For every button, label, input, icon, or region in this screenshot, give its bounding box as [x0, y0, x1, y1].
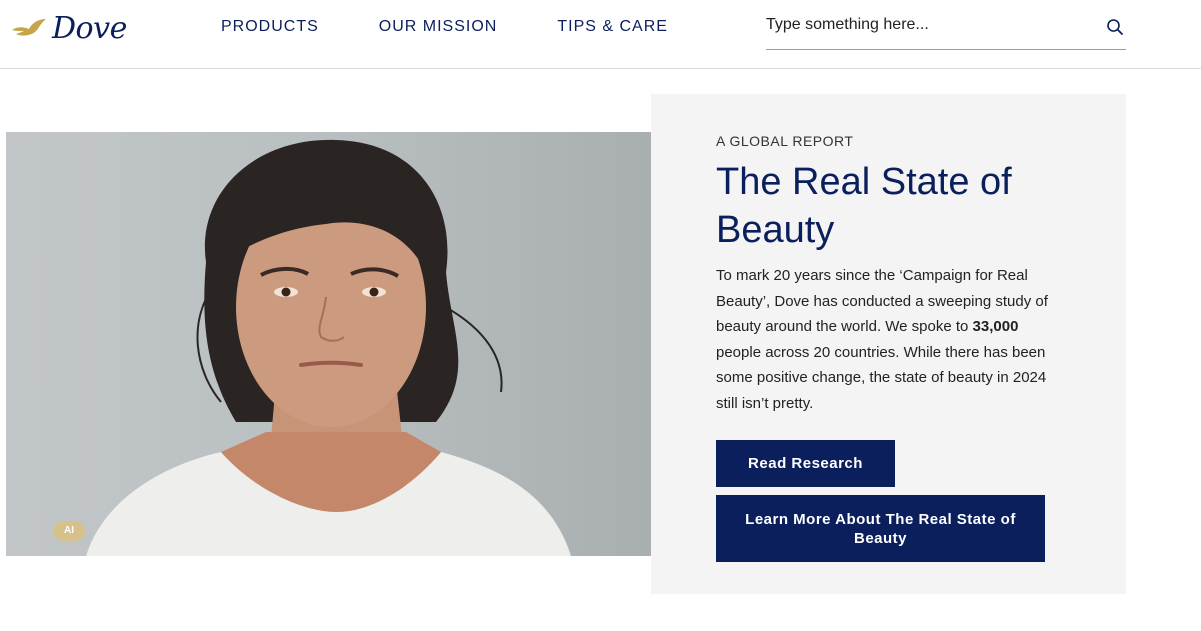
site-header: Dove PRODUCTS OUR MISSION TIPS & CARE [0, 0, 1201, 69]
dove-logo-icon [12, 19, 46, 36]
nav-products[interactable]: PRODUCTS [221, 18, 319, 36]
search-input[interactable] [766, 16, 1086, 34]
report-panel: A GLOBAL REPORT The Real State of Beauty… [651, 94, 1126, 594]
learn-more-button[interactable]: Learn More About The Real State of Beaut… [716, 495, 1045, 562]
search-icon[interactable] [1106, 18, 1124, 36]
nav-tips-care[interactable]: TIPS & CARE [557, 18, 668, 36]
page-title: The Real State of Beauty [716, 161, 1012, 251]
dove-logo[interactable]: Dove [10, 10, 127, 46]
main-nav: PRODUCTS OUR MISSION TIPS & CARE [221, 18, 728, 36]
report-description: To mark 20 years since the ‘Campaign for… [716, 263, 1066, 416]
eyebrow-label: A GLOBAL REPORT [716, 133, 854, 149]
logo-wordmark: Dove [52, 10, 127, 46]
nav-our-mission[interactable]: OUR MISSION [379, 18, 498, 36]
description-part2: people across 20 countries. While there … [716, 343, 1047, 412]
participant-count: 33,000 [972, 318, 1019, 335]
read-research-button[interactable]: Read Research [716, 440, 895, 487]
hero-portrait-image: AI [6, 132, 651, 556]
portrait-illustration [86, 139, 571, 556]
search-bar [766, 10, 1126, 50]
ai-badge: AI [53, 521, 85, 541]
